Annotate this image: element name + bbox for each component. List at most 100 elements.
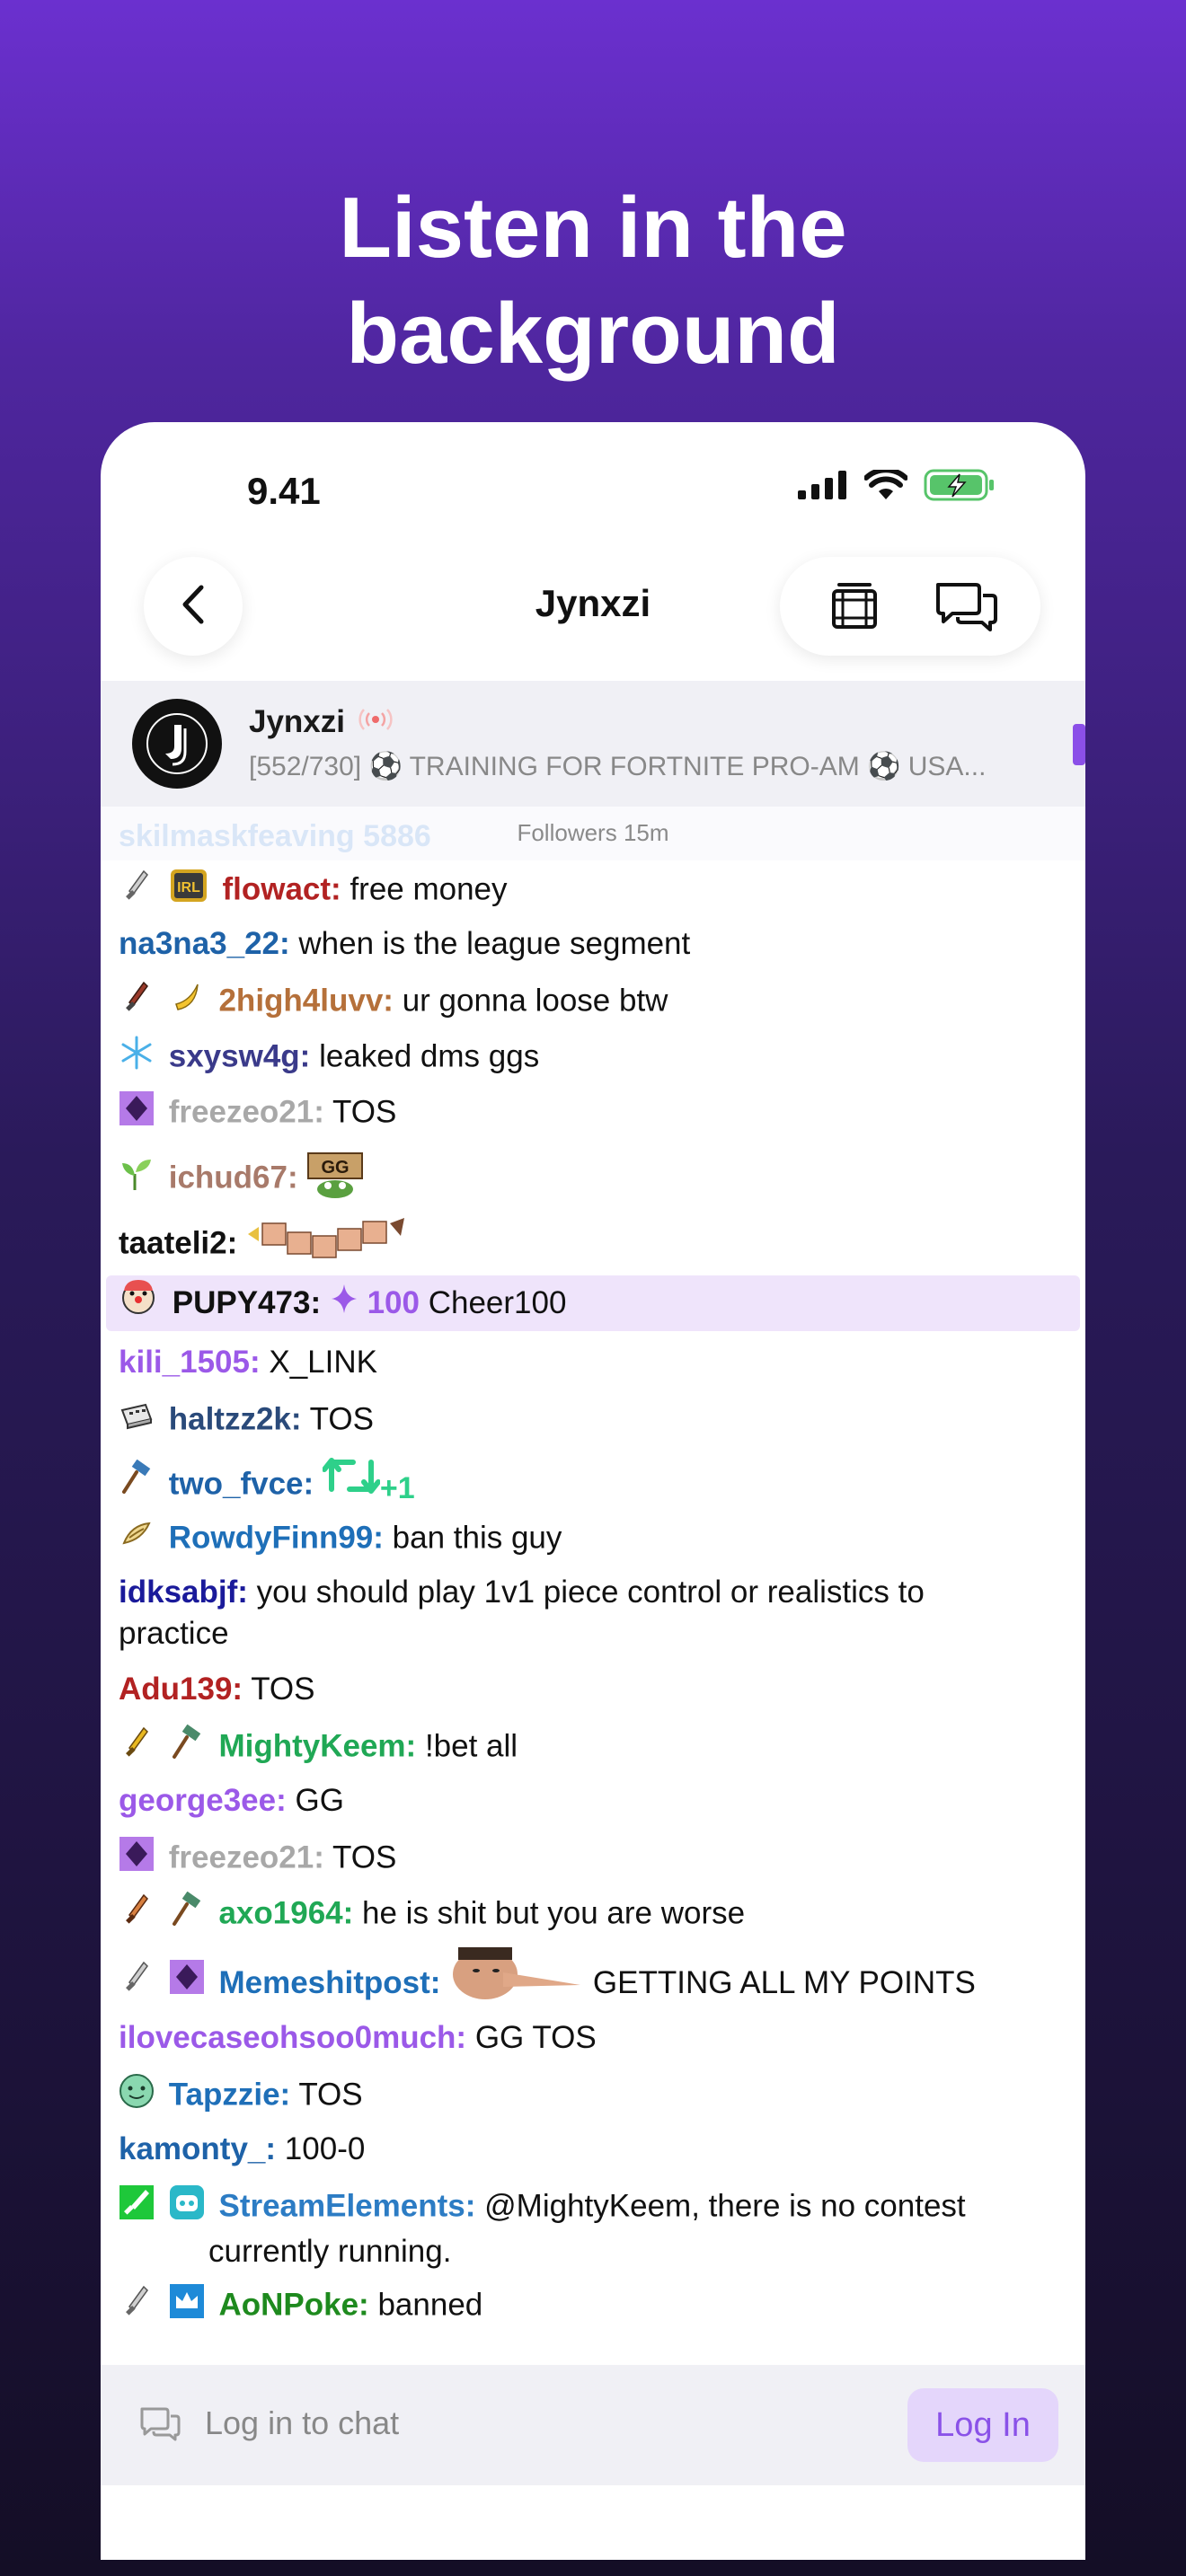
message-username[interactable]: sxysw4g: (169, 1038, 311, 1073)
chat-message: ichud67: GG (119, 1150, 1067, 1209)
long-nose-emote (449, 1945, 584, 2024)
gg-pepe-emote: GG (306, 1150, 364, 1209)
message-username[interactable]: haltzz2k: (169, 1401, 302, 1436)
film-icon[interactable] (810, 561, 899, 651)
sword-badge-icon (119, 979, 155, 1026)
message-username[interactable]: freezeo21: (169, 1839, 324, 1875)
message-text: !bet all (424, 1728, 518, 1764)
chat-input[interactable]: Log in to chat (205, 2404, 399, 2442)
message-username[interactable]: 2high4luvv: (218, 983, 393, 1018)
message-username[interactable]: StreamElements: (218, 2188, 475, 2223)
cheer-diamond-icon (330, 1277, 358, 1333)
chat-message: Tapzzie: TOS (119, 2073, 1067, 2120)
snowflake-badge-icon (119, 1035, 155, 1081)
message-text: ur gonna loose btw (402, 983, 668, 1019)
chat-message: sxysw4g: leaked dms ggs (119, 1035, 1067, 1081)
chat-message: haltzz2k: TOS (119, 1398, 1067, 1444)
chat-message: StreamElements: @MightyKeem, there is no… (119, 2184, 1067, 2272)
chat-message: kili_1505: X_LINK (119, 1342, 1067, 1383)
banana-badge-icon (169, 979, 205, 1026)
log-in-button[interactable]: Log In (907, 2388, 1058, 2462)
chat-message: kamonty_: 100-0 (119, 2129, 1067, 2170)
followers-mode-bar: skilmaskfeaving 5886 Followers 15m (101, 807, 1085, 860)
chat-message: na3na3_22: when is the league segment (119, 923, 1067, 965)
subscriber-badge-icon (119, 1836, 155, 1883)
channel-name-row: Jynxzi (249, 704, 394, 740)
smile-badge-icon (119, 2073, 155, 2120)
message-username[interactable]: PUPY473: (173, 1285, 321, 1320)
message-username[interactable]: ichud67: (169, 1160, 298, 1195)
message-username[interactable]: Memeshitpost: (218, 1965, 440, 2000)
orange-sword-badge-icon (119, 1892, 155, 1938)
message-username[interactable]: RowdyFinn99: (169, 1520, 384, 1555)
message-username[interactable]: george3ee: (119, 1783, 287, 1818)
wifi-icon (864, 470, 907, 500)
chat-bubbles-icon[interactable] (922, 561, 1012, 651)
chat-message: 2high4luvv: ur gonna loose btw (119, 979, 1067, 1026)
status-icons (798, 469, 996, 501)
message-username[interactable]: Adu139: (119, 1672, 243, 1707)
chat-message: idksabjf: you should play 1v1 piece cont… (119, 1572, 1067, 1654)
sword-badge-icon (119, 2283, 155, 2330)
message-username[interactable]: ilovecaseohsoo0much: (119, 2020, 466, 2055)
sword-badge-icon (119, 868, 155, 914)
message-text: TOS (298, 2077, 363, 2113)
channel-header[interactable]: Jynxzi [552/730] ⚽ TRAINING FOR FORTNITE… (101, 681, 1085, 807)
irl-badge-icon: IRL (169, 868, 208, 914)
crown-badge-icon (169, 2283, 205, 2330)
message-username[interactable]: Tapzzie: (169, 2077, 290, 2112)
subscriber-badge-icon (169, 1953, 205, 2017)
message-username[interactable]: MightyKeem: (218, 1728, 416, 1763)
cheer-amount: 100 (367, 1285, 420, 1320)
message-text: GETTING ALL MY POINTS (592, 1964, 976, 2000)
chat-message: taateli2: (119, 1216, 1067, 1274)
scroll-indicator (1073, 724, 1085, 765)
chat-message: two_fvce: +1 (119, 1453, 1067, 1513)
retweet-count: +1 (379, 1471, 415, 1505)
nav-bar: Jynxzi (101, 557, 1085, 656)
message-username[interactable]: na3na3_22: (119, 926, 290, 961)
chat-message: axo1964: he is shit but you are worse (119, 1891, 1067, 1938)
battery-charging-icon (924, 469, 996, 501)
message-username[interactable]: taateli2: (119, 1225, 237, 1260)
faces-emote (246, 1216, 408, 1274)
message-username[interactable]: axo1964: (218, 1895, 353, 1930)
live-broadcast-icon (358, 704, 394, 740)
message-text: ban this guy (392, 1520, 562, 1556)
message-text: TOS (251, 1672, 315, 1707)
message-text: free money (350, 871, 508, 907)
hammer-badge-icon (119, 1456, 155, 1515)
message-username[interactable]: kili_1505: (119, 1345, 261, 1380)
channel-name: Jynxzi (249, 704, 345, 739)
message-username[interactable]: AoNPoke: (218, 2287, 368, 2322)
chat-message: IRL flowact: free money (119, 868, 1067, 914)
message-username[interactable]: kamonty_: (119, 2131, 276, 2166)
chat-message: RowdyFinn99: ban this guy (119, 1516, 1067, 1563)
message-text: you should play 1v1 piece control or rea… (256, 1575, 925, 1610)
moderator-badge-icon (119, 2184, 155, 2231)
message-username[interactable]: flowact: (222, 871, 341, 906)
cheer-message: PUPY473: 100 Cheer100 (106, 1275, 1080, 1331)
message-text-continued: currently running. (208, 2234, 452, 2269)
message-username[interactable]: idksabjf: (119, 1575, 248, 1610)
chat-message: Adu139: TOS (119, 1669, 1067, 1710)
clown-badge-icon (119, 1276, 158, 1334)
sprout-badge-icon (119, 1156, 155, 1203)
message-text-continued: practice (119, 1616, 229, 1651)
chat-message: freezeo21: TOS (119, 1090, 1067, 1137)
channel-avatar (132, 699, 222, 789)
message-text: GG (295, 1783, 344, 1818)
message-username[interactable]: freezeo21: (169, 1094, 324, 1129)
followers-mode-label: Followers 15m (517, 819, 669, 846)
message-username[interactable]: two_fvce: (169, 1466, 314, 1501)
gold-sword-badge-icon (119, 1725, 155, 1771)
keyboard-badge-icon (119, 1398, 155, 1444)
stream-title: [552/730] ⚽ TRAINING FOR FORTNITE PRO-AM… (249, 752, 987, 781)
hammer-badge-icon (169, 1724, 205, 1771)
chat-message: george3ee: GG (119, 1780, 1067, 1822)
message-text: GG TOS (474, 2020, 597, 2055)
subscriber-badge-icon (119, 1090, 155, 1137)
back-button[interactable] (144, 557, 243, 656)
message-text: X_LINK (269, 1345, 377, 1380)
message-text: leaked dms ggs (319, 1038, 540, 1074)
